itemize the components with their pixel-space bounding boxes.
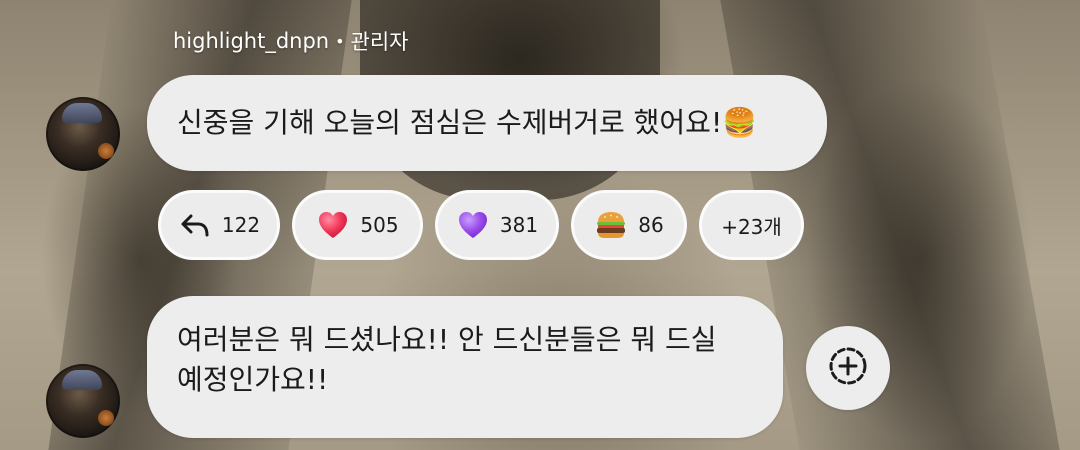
hamburger-reaction-chip[interactable]: 86 <box>571 190 687 260</box>
role-badge: 관리자 <box>350 30 409 54</box>
purple-heart-icon <box>456 208 490 242</box>
separator-dot: • <box>335 31 345 51</box>
message-header: highlight_dnpn • 관리자 <box>173 26 409 56</box>
reaction-count: 505 <box>360 213 399 237</box>
more-reactions-chip[interactable]: +23개 <box>699 190 804 260</box>
message-text: 신중을 기해 오늘의 점심은 수제버거로 했어요!🍔 <box>177 106 758 139</box>
reaction-bar: 122 505 381 86 +23개 <box>158 190 804 260</box>
avatar[interactable] <box>46 364 120 438</box>
purple-heart-reaction-chip[interactable]: 381 <box>435 190 559 260</box>
message-text-line: 여러분은 뭐 드셨나요!! 안 드신분들은 뭐 드실 <box>177 323 717 356</box>
message-bubble[interactable]: 여러분은 뭐 드셨나요!! 안 드신분들은 뭐 드실 예정인가요!! <box>147 296 783 438</box>
more-reactions-count: +23개 <box>721 214 782 239</box>
reaction-count: 86 <box>638 213 664 237</box>
avatar[interactable] <box>46 97 120 171</box>
add-reaction-button[interactable] <box>806 326 890 410</box>
add-reaction-icon <box>826 344 870 392</box>
reaction-count: 122 <box>221 213 261 237</box>
red-heart-icon <box>316 208 350 242</box>
hamburger-icon <box>594 208 628 242</box>
message-text-line: 예정인가요!! <box>177 363 329 396</box>
reply-reaction-chip[interactable]: 122 <box>158 190 280 260</box>
red-heart-reaction-chip[interactable]: 505 <box>292 190 423 260</box>
reaction-count: 381 <box>499 213 539 237</box>
message-bubble[interactable]: 신중을 기해 오늘의 점심은 수제버거로 했어요!🍔 <box>147 75 827 171</box>
username[interactable]: highlight_dnpn <box>173 29 329 53</box>
reply-arrow-icon <box>178 208 212 242</box>
